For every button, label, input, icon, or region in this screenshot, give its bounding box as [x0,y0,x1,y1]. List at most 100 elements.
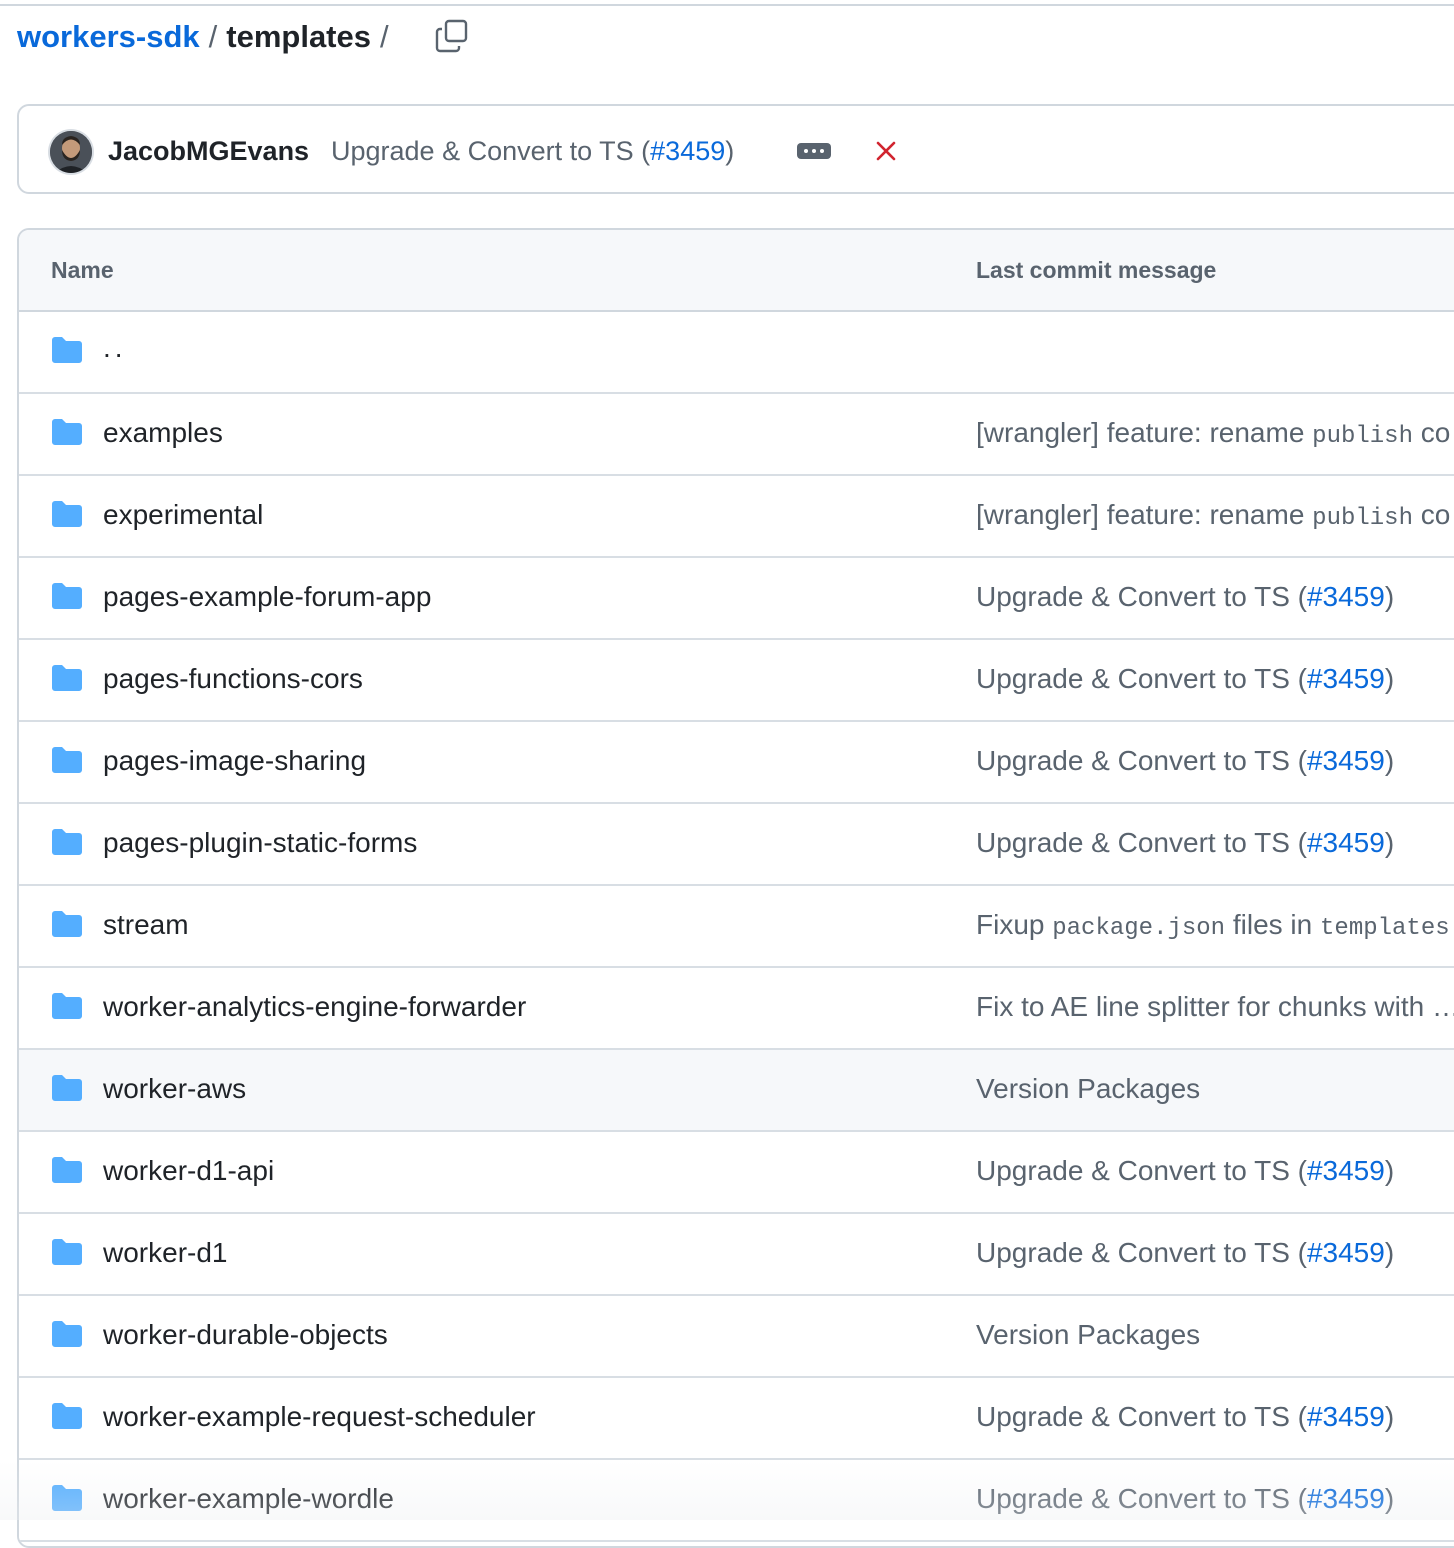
commit-message-suffix: ) [725,136,735,166]
commit-message-text: ) [1384,663,1395,694]
commit-message-text: Upgrade & Convert to TS ( [976,663,1307,694]
commit-pr-link[interactable]: #3459 [1307,1401,1385,1432]
ellipsis-icon [804,149,808,153]
last-commit-message[interactable]: Upgrade & Convert to TS (#3459) [976,581,1394,613]
folder-icon [52,501,82,527]
commit-message-text: files in [1225,909,1321,940]
directory-link[interactable]: pages-plugin-static-forms [103,827,417,859]
directory-link[interactable]: worker-example-request-scheduler [103,1401,536,1433]
commit-message-text: ) [1384,827,1395,858]
folder-icon [52,583,82,609]
breadcrumb: workers-sdk / templates / [17,14,389,60]
commit-message-text: Upgrade & Convert to TS ( [331,136,651,166]
last-commit-message[interactable]: Upgrade & Convert to TS (#3459) [976,827,1394,859]
folder-icon [52,829,82,855]
directory-link[interactable]: worker-durable-objects [103,1319,388,1351]
table-row[interactable]: worker-aws Version Packages [19,1050,1454,1132]
table-row[interactable]: pages-image-sharing Upgrade & Convert to … [19,722,1454,804]
directory-link[interactable]: experimental [103,499,263,531]
table-row[interactable]: pages-example-forum-app Upgrade & Convert… [19,558,1454,640]
commit-pr-link[interactable]: #3459 [1307,581,1385,612]
folder-icon [52,1321,82,1347]
commit-message-text: Upgrade & Convert to TS ( [976,1401,1307,1432]
directory-link[interactable]: worker-aws [103,1073,246,1105]
breadcrumb-repo-link[interactable]: workers-sdk [17,19,200,55]
directory-link[interactable]: stream [103,909,189,941]
last-commit-message[interactable]: Version Packages [976,1073,1200,1105]
folder-icon [52,337,82,363]
commit-message-text: Upgrade & Convert to TS ( [976,581,1307,612]
commit-message-code: package.json [1052,915,1226,942]
folder-icon [52,993,82,1019]
commit-message-text: Upgrade & Convert to TS ( [976,1483,1307,1514]
commit-message-text: co [1413,499,1451,530]
directory-link[interactable]: pages-functions-cors [103,663,363,695]
commit-message[interactable]: Upgrade & Convert to TS (#3459) [331,136,734,167]
last-commit-message[interactable]: Fixup package.json files in templates [976,909,1450,942]
latest-commit-bar: JacobMGEvans Upgrade & Convert to TS (#3… [17,104,1454,194]
author-avatar[interactable] [50,131,92,173]
last-commit-message[interactable]: Upgrade & Convert to TS (#3459) [976,1155,1394,1187]
table-row[interactable]: pages-functions-cors Upgrade & Convert to… [19,640,1454,722]
ellipsis-button[interactable] [797,143,831,159]
name-column-header: Name [51,257,114,283]
table-row[interactable]: worker-example-request-scheduler Upgrade … [19,1378,1454,1460]
directory-link[interactable]: pages-example-forum-app [103,581,431,613]
last-commit-message[interactable]: Upgrade & Convert to TS (#3459) [976,1483,1394,1515]
table-row[interactable]: experimental [wrangler] feature: rename p… [19,476,1454,558]
folder-icon [52,1075,82,1101]
copy-icon [435,19,468,53]
commit-message-code: publish [1312,423,1413,450]
commit-message-text: Version Packages [976,1319,1201,1350]
table-row[interactable]: worker-d1-api Upgrade & Convert to TS (#3… [19,1132,1454,1214]
table-row[interactable]: worker-analytics-engine-forwarder Fix to … [19,968,1454,1050]
table-row[interactable]: examples [wrangler] feature: rename publi… [19,394,1454,476]
commit-pr-link[interactable]: #3459 [1307,1155,1385,1186]
parent-directory-link[interactable]: .. [103,332,127,364]
table-row[interactable]: worker-durable-objects Version Packages [19,1296,1454,1378]
parent-directory-row[interactable]: .. [19,312,1454,394]
commit-message-text: Fixup [976,909,1053,940]
commit-message-text: Upgrade & Convert to TS ( [976,1155,1307,1186]
commit-pr-link[interactable]: #3459 [650,136,725,166]
commit-message-text: Upgrade & Convert to TS ( [976,827,1307,858]
table-row[interactable]: stream Fixup package.json files in templa… [19,886,1454,968]
directory-link[interactable]: worker-d1-api [103,1155,274,1187]
directory-link[interactable]: worker-analytics-engine-forwarder [103,991,526,1023]
commit-pr-link[interactable]: #3459 [1307,663,1385,694]
commit-message-text: ) [1384,745,1395,776]
last-commit-message[interactable]: Fix to AE line splitter for chunks with … [976,991,1454,1023]
commit-message-text: ) [1384,1483,1395,1514]
commit-pr-link[interactable]: #3459 [1307,1237,1385,1268]
copy-path-button[interactable] [430,16,474,56]
table-row[interactable]: worker-example-wordle Upgrade & Convert t… [19,1460,1454,1542]
last-commit-message[interactable]: Version Packages [976,1319,1200,1351]
last-commit-message[interactable]: Upgrade & Convert to TS (#3459) [976,1401,1394,1433]
last-commit-message[interactable]: [wrangler] feature: rename publish co [976,499,1450,532]
directory-link[interactable]: examples [103,417,223,449]
folder-icon [52,1157,82,1183]
commit-message-text: ) [1384,581,1395,612]
breadcrumb-separator: / [208,19,218,54]
commit-message-text: Upgrade & Convert to TS ( [976,1237,1307,1268]
file-table: Name Last commit message .. examples [wra… [17,228,1454,1548]
x-icon[interactable] [875,140,897,162]
commit-pr-link[interactable]: #3459 [1307,1483,1385,1514]
last-commit-message[interactable]: Upgrade & Convert to TS (#3459) [976,663,1394,695]
table-header: Name Last commit message [19,230,1454,312]
folder-icon [52,747,82,773]
folder-icon [52,911,82,937]
table-row[interactable]: pages-plugin-static-forms Upgrade & Conve… [19,804,1454,886]
commit-author-link[interactable]: JacobMGEvans [108,136,309,167]
commit-message-code: templates [1320,915,1450,942]
last-commit-message[interactable]: Upgrade & Convert to TS (#3459) [976,745,1394,777]
directory-link[interactable]: pages-image-sharing [103,745,366,777]
commit-pr-link[interactable]: #3459 [1307,827,1385,858]
directory-link[interactable]: worker-d1 [103,1237,227,1269]
last-commit-message[interactable]: [wrangler] feature: rename publish co [976,417,1450,450]
table-row[interactable]: worker-d1 Upgrade & Convert to TS (#3459) [19,1214,1454,1296]
folder-icon [52,1239,82,1265]
commit-pr-link[interactable]: #3459 [1307,745,1385,776]
last-commit-message[interactable]: Upgrade & Convert to TS (#3459) [976,1237,1394,1269]
directory-link[interactable]: worker-example-wordle [103,1483,394,1515]
